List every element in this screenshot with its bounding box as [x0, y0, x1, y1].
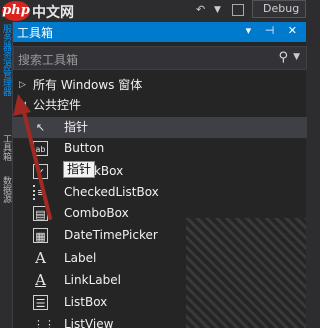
listbox-icon: ☰: [33, 295, 48, 310]
group-label: 公共控件: [33, 98, 82, 112]
search-box[interactable]: 搜索工具箱 ⚲ ▼: [13, 46, 307, 70]
toolbox-item-button[interactable]: ab Button: [13, 138, 307, 159]
stop-icon[interactable]: [232, 4, 244, 16]
pointer-icon: ↖: [35, 121, 46, 134]
group-label: 所有 Windows 窗体: [33, 78, 143, 92]
listview-icon: ⋮⋮: [33, 318, 55, 328]
checkbox-icon: ✓: [33, 164, 48, 179]
item-label: 指针: [64, 120, 89, 134]
group-common-controls[interactable]: ◢ 公共控件: [13, 95, 307, 116]
menu-strip: php 中文网 ↶ ▼ Debug: [0, 0, 306, 22]
label-icon: A: [35, 249, 46, 267]
item-label: ComboBox: [64, 206, 129, 220]
side-tab-strip: 服务器资源管理器 工具箱 数据源: [0, 22, 11, 328]
watermark-logo-badge: php: [2, 1, 30, 21]
item-label: Label: [64, 251, 97, 265]
tab-data-sources[interactable]: 数据源: [0, 176, 11, 220]
chevron-right-icon[interactable]: ▷: [19, 75, 26, 96]
search-input[interactable]: 搜索工具箱: [18, 51, 78, 68]
item-label: Button: [64, 141, 105, 155]
toolbox-title: 工具箱: [17, 26, 54, 40]
toolbox-item-checkbox[interactable]: ✓ CheckBox: [13, 161, 307, 182]
chevron-down-icon[interactable]: ◢: [19, 95, 26, 116]
watermark-logo-text: 中文网: [32, 5, 74, 21]
item-label: ListBox: [64, 295, 108, 309]
search-icon[interactable]: ⚲: [278, 50, 288, 65]
tab-toolbox[interactable]: 工具箱: [0, 134, 11, 174]
item-label: DateTimePicker: [64, 228, 158, 242]
linklabel-icon: A: [35, 271, 46, 289]
window-controls-icon[interactable]: ▾ ⊣ ✕: [246, 24, 302, 37]
tooltip: 指针: [63, 161, 96, 178]
item-label: CheckedListBox: [64, 185, 159, 199]
combobox-icon: ▤: [33, 206, 48, 221]
button-icon: ab: [33, 141, 48, 156]
group-all-windows-forms[interactable]: ▷ 所有 Windows 窗体: [13, 75, 307, 96]
undo-icon[interactable]: ↶: [196, 2, 208, 18]
item-label: LinkLabel: [64, 273, 121, 287]
dropdown-icon[interactable]: ▼: [214, 2, 226, 18]
item-label: ListView: [64, 317, 114, 328]
datetimepicker-icon: ▦: [33, 228, 48, 243]
toolbox-titlebar[interactable]: 工具箱 ▾ ⊣ ✕: [13, 22, 306, 42]
checkedlistbox-icon: ≡: [33, 185, 48, 200]
chevron-down-icon[interactable]: ▼: [293, 52, 300, 62]
toolbox-item-checkedlistbox[interactable]: ≡ CheckedListBox: [13, 182, 307, 203]
toolbox-item-pointer[interactable]: ↖ 指针: [13, 117, 307, 138]
watermark-pattern: [186, 218, 306, 328]
tab-server-explorer[interactable]: 服务器资源管理器: [0, 24, 11, 134]
configuration-dropdown[interactable]: Debug: [252, 0, 306, 18]
